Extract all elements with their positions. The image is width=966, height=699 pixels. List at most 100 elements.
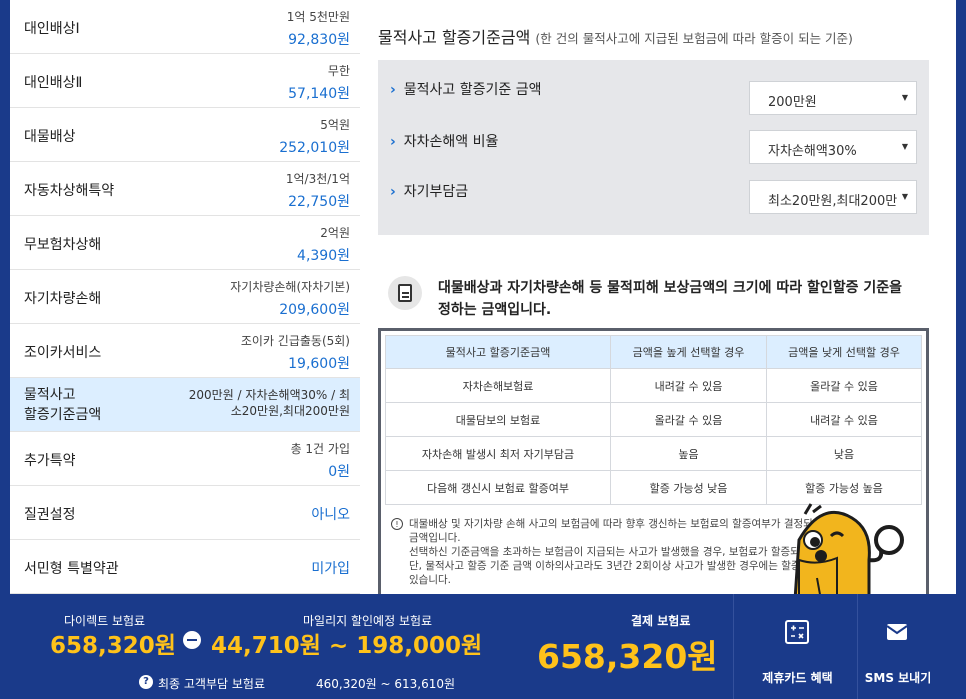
coverage-amount: 미가입 (311, 561, 350, 577)
coverage-detail: 5억원 (320, 118, 350, 132)
question-circle-icon[interactable]: ? (139, 675, 153, 689)
coverage-item-uninsured-motorist[interactable]: 무보험차상해 2억원 4,390원 (10, 216, 360, 270)
app-frame: 대인배상Ⅰ 1억 5천만원 92,830원 대인배상Ⅱ 무한 57,140원 대… (0, 0, 966, 699)
minus-circle-icon (183, 631, 201, 649)
coverage-item-pledge[interactable]: 질권설정 아니오 (10, 486, 360, 540)
coverage-detail-line1: 200만원 / 자차손해액30% / 최 (188, 388, 350, 402)
coverage-label: 질권설정 (24, 507, 76, 523)
table-cell: 올라갈 수 있음 (610, 402, 767, 437)
option-label-surcharge-amount: › 물적사고 할증기준 금액 (390, 79, 541, 99)
coverage-detail: 1억/3천/1억 (285, 172, 350, 186)
table-cell: 할증 가능성 낮음 (610, 470, 767, 505)
coverage-label: 자동차상해특약 (24, 183, 115, 199)
coverage-list: 대인배상Ⅰ 1억 5천만원 92,830원 대인배상Ⅱ 무한 57,140원 대… (10, 0, 360, 594)
info-line: 정하는 금액입니다. (438, 302, 552, 318)
coverage-detail-line2: 소20만원,최대200만원 (230, 404, 350, 418)
coverage-item-additional-riders[interactable]: 추가특약 총 1건 가입 0원 (10, 432, 360, 486)
panel-title-sub: (한 건의 물적사고에 지급된 보험금에 따라 할증이 되는 기준) (535, 31, 853, 46)
dropdown-arrow-icon: ▼ (901, 93, 908, 102)
surcharge-amount-select[interactable]: 200만원 ▼ (749, 81, 917, 115)
coverage-label: 무보험차상해 (24, 237, 102, 253)
coverage-amount: 57,140원 (288, 86, 350, 102)
option-label-text: 자기부담금 (403, 184, 469, 200)
table-row: 자차손해보험료 내려갈 수 있음 올라갈 수 있음 (385, 368, 922, 403)
sms-send-button[interactable]: SMS 보내기 (858, 594, 938, 699)
coverage-amount: 252,010원 (279, 140, 350, 156)
option-label-text: 물적사고 할증기준 금액 (403, 82, 542, 98)
coverage-label: 대인배상Ⅱ (24, 75, 83, 91)
coverage-item-property-surcharge[interactable]: 물적사고 할증기준금액 200만원 / 자차손해액30% / 최 소20만원,최… (10, 378, 360, 432)
payment-premium-value: 658,320원 (537, 637, 718, 676)
card-benefit-button[interactable]: 제휴카드 혜택 (750, 594, 845, 699)
dropdown-arrow-icon: ▼ (901, 192, 908, 201)
coverage-label-line1: 물적사고 (24, 387, 76, 403)
coverage-detail: 1억 5천만원 (286, 10, 350, 24)
table-cell: 내려갈 수 있음 (610, 368, 767, 403)
option-label-damage-ratio: › 자차손해액 비율 (390, 131, 498, 151)
comparison-table: 물적사고 할증기준금액 금액을 높게 선택할 경우 금액을 낮게 선택할 경우 … (385, 335, 922, 505)
select-value: 최소20만원,최대200만 (768, 194, 898, 209)
deductible-select[interactable]: 최소20만원,최대200만 ▼ (749, 180, 917, 214)
coverage-amount: 209,600원 (279, 302, 350, 318)
table-header-row: 물적사고 할증기준금액 금액을 높게 선택할 경우 금액을 낮게 선택할 경우 (385, 335, 922, 369)
coverage-detail: 무한 (327, 64, 350, 78)
option-label-text: 자차손해액 비율 (403, 134, 499, 150)
coverage-amount: 0원 (328, 464, 350, 480)
coverage-detail: 2억원 (320, 226, 350, 240)
table-row: 대물담보의 보험료 올라갈 수 있음 내려갈 수 있음 (385, 402, 922, 437)
coverage-label: 조이카서비스 (24, 345, 102, 361)
coverage-item-property-damage[interactable]: 대물배상 5억원 252,010원 (10, 108, 360, 162)
option-label-deductible: › 자기부담금 (390, 181, 468, 201)
chevron-right-icon: › (390, 184, 396, 200)
table-cell: 낮음 (766, 436, 922, 471)
payment-premium-label: 결제 보험료 (631, 614, 691, 628)
table-cell: 올라갈 수 있음 (766, 368, 922, 403)
select-value: 200만원 (768, 95, 817, 110)
table-cell: 다음해 갱신시 보험료 할증여부 (385, 470, 611, 505)
calculator-icon (785, 620, 809, 644)
dropdown-arrow-icon: ▼ (901, 142, 908, 151)
coverage-label: 자기차량손해 (24, 291, 102, 307)
coverage-amount: 22,750원 (288, 194, 350, 210)
coverage-item-auto-injury[interactable]: 자동차상해특약 1억/3천/1억 22,750원 (10, 162, 360, 216)
coverage-label: 대인배상Ⅰ (24, 21, 80, 37)
info-circle-icon: ! (391, 518, 403, 530)
table-row: 자차손해 발생시 최저 자기부담금 높음 낮음 (385, 436, 922, 471)
envelope-icon (886, 624, 908, 640)
premium-summary-bar: 다이렉트 보험료 658,320원 마일리지 할인예정 보험료 44,710원 … (0, 594, 966, 699)
main-content: 대인배상Ⅰ 1억 5천만원 92,830원 대인배상Ⅱ 무한 57,140원 대… (10, 0, 956, 594)
table-header: 금액을 높게 선택할 경우 (610, 335, 767, 369)
coverage-item-bodily-injury-1[interactable]: 대인배상Ⅰ 1억 5천만원 92,830원 (10, 0, 360, 54)
coverage-item-low-income-clause[interactable]: 서민형 특별약관 미가입 (10, 540, 360, 594)
final-premium-label: 최종 고객부담 보험료 (158, 677, 265, 691)
direct-premium-value: 658,320원 (50, 633, 176, 659)
coverage-detail: 조이카 긴급출동(5회) (240, 334, 350, 348)
info-line: 대물배상과 자기차량손해 등 물적피해 보상금액의 크기에 따라 할인할증 기준… (438, 280, 903, 296)
coverage-amount: 92,830원 (288, 32, 350, 48)
table-cell: 높음 (610, 436, 767, 471)
chevron-right-icon: › (390, 134, 396, 150)
chevron-right-icon: › (390, 82, 396, 98)
coverage-label: 대물배상 (24, 129, 76, 145)
coverage-item-joycar-service[interactable]: 조이카서비스 조이카 긴급출동(5회) 19,600원 (10, 324, 360, 378)
table-header: 금액을 낮게 선택할 경우 (766, 335, 922, 369)
table-header: 물적사고 할증기준금액 (385, 335, 611, 369)
coverage-label-line2: 할증기준금액 (24, 407, 102, 423)
table-cell: 자차손해보험료 (385, 368, 611, 403)
sms-send-label: SMS 보내기 (864, 671, 932, 685)
divider (733, 594, 734, 699)
card-benefit-label: 제휴카드 혜택 (762, 671, 833, 685)
coverage-label: 추가특약 (24, 453, 76, 469)
damage-ratio-select[interactable]: 자차손해액30% ▼ (749, 130, 917, 164)
coverage-amount: 19,600원 (288, 356, 350, 372)
document-icon (388, 276, 422, 310)
options-box: › 물적사고 할증기준 금액 200만원 ▼ › 자차손해액 비율 자차손해액30%… (378, 60, 929, 235)
coverage-detail: 자기차량손해(자차기본) (230, 280, 350, 294)
coverage-item-own-damage[interactable]: 자기차량손해 자기차량손해(자차기본) 209,600원 (10, 270, 360, 324)
coverage-label: 서민형 특별약관 (24, 561, 119, 577)
coverage-item-bodily-injury-2[interactable]: 대인배상Ⅱ 무한 57,140원 (10, 54, 360, 108)
final-premium-value: 460,320원 ~ 613,610원 (316, 677, 456, 691)
table-cell: 자차손해 발생시 최저 자기부담금 (385, 436, 611, 471)
coverage-amount: 4,390원 (297, 248, 350, 264)
table-cell: 내려갈 수 있음 (766, 402, 922, 437)
